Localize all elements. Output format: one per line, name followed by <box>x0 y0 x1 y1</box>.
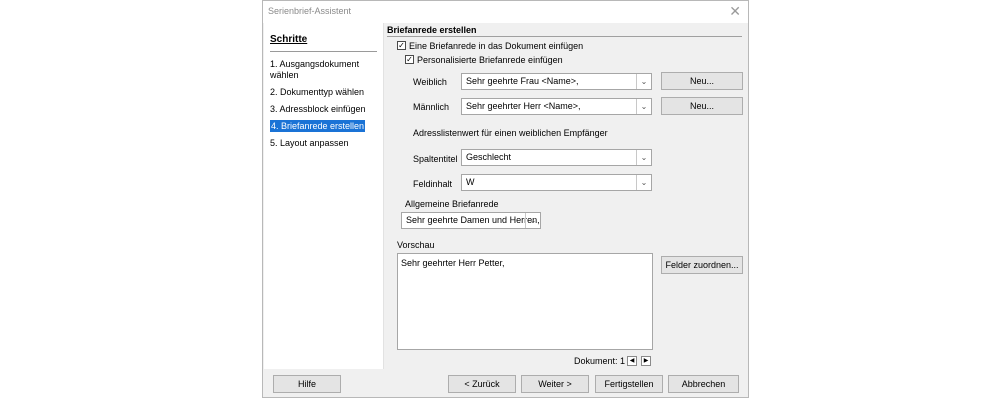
field-content-label: Feldinhalt <box>413 179 453 189</box>
step-label: 3. Adressblock einfügen <box>270 104 366 114</box>
general-salutation-label: Allgemeine Briefanrede <box>405 199 499 209</box>
previous-document-icon[interactable]: ◀ <box>627 356 637 366</box>
step-label: 5. Layout anpassen <box>270 138 349 148</box>
insert-salutation-label: Eine Briefanrede in das Dokument einfüge… <box>409 41 584 51</box>
section-title: Briefanrede erstellen <box>387 25 477 35</box>
next-button[interactable]: Weiter > <box>521 375 589 393</box>
dialog-footer: Hilfe < Zurück Weiter > Fertigstellen Ab… <box>263 369 748 398</box>
column-title-label: Spaltentitel <box>413 154 458 164</box>
step-item-1[interactable]: 1. Ausgangsdokument wählen <box>270 59 378 81</box>
female-label: Weiblich <box>413 77 447 87</box>
step-item-2[interactable]: 2. Dokumenttyp wählen <box>270 87 378 98</box>
general-salutation-value: Sehr geehrte Damen und Herren, <box>406 215 540 225</box>
steps-heading: Schritte <box>270 34 308 45</box>
male-new-button[interactable]: Neu... <box>661 97 743 115</box>
close-icon[interactable]: ✕ <box>729 3 741 19</box>
male-salutation-combo[interactable]: Sehr geehrter Herr <Name>, ⌄ <box>461 98 652 115</box>
column-title-combo[interactable]: Geschlecht ⌄ <box>461 149 652 166</box>
title-bar: Serienbrief-Assistent ✕ <box>263 1 748 23</box>
sidebar-divider <box>270 51 377 52</box>
field-content-value: W <box>466 177 475 187</box>
female-salutation-combo[interactable]: Sehr geehrte Frau <Name>, ⌄ <box>461 73 652 90</box>
female-new-button[interactable]: Neu... <box>661 72 743 90</box>
section-divider <box>387 36 742 37</box>
next-document-icon[interactable]: ▶ <box>641 356 651 366</box>
insert-salutation-checkbox[interactable]: ✓ <box>397 41 406 50</box>
chevron-down-icon[interactable]: ⌄ <box>636 175 651 190</box>
chevron-down-icon[interactable]: ⌄ <box>636 99 651 114</box>
general-salutation-combo[interactable]: Sehr geehrte Damen und Herren, ⌄ <box>401 212 541 229</box>
step-label: 1. Ausgangsdokument wählen <box>270 59 360 80</box>
male-label: Männlich <box>413 102 450 112</box>
chevron-down-icon[interactable]: ⌄ <box>636 150 651 165</box>
field-content-combo[interactable]: W ⌄ <box>461 174 652 191</box>
chevron-down-icon[interactable]: ⌄ <box>525 213 540 228</box>
step-item-5[interactable]: 5. Layout anpassen <box>270 138 378 149</box>
document-counter: Dokument: 1 <box>574 356 626 366</box>
male-salutation-value: Sehr geehrter Herr <Name>, <box>466 101 581 111</box>
preview-label: Vorschau <box>397 240 435 250</box>
steps-sidebar: Schritte 1. Ausgangsdokument wählen 2. D… <box>264 23 384 369</box>
assign-fields-button[interactable]: Felder zuordnen... <box>661 256 743 274</box>
cancel-button[interactable]: Abbrechen <box>668 375 739 393</box>
main-panel: Briefanrede erstellen ✓ Eine Briefanrede… <box>384 23 748 369</box>
dialog-window: Serienbrief-Assistent ✕ Schritte 1. Ausg… <box>262 0 749 398</box>
column-title-value: Geschlecht <box>466 152 512 162</box>
back-button[interactable]: < Zurück <box>448 375 516 393</box>
step-label: 4. Briefanrede erstellen <box>270 120 366 132</box>
finish-button[interactable]: Fertigstellen <box>595 375 663 393</box>
window-title: Serienbrief-Assistent <box>268 6 352 16</box>
preview-text: Sehr geehrter Herr Petter, <box>401 258 505 268</box>
chevron-down-icon[interactable]: ⌄ <box>636 74 651 89</box>
step-label: 2. Dokumenttyp wählen <box>270 87 365 97</box>
female-salutation-value: Sehr geehrte Frau <Name>, <box>466 76 579 86</box>
preview-text-area: Sehr geehrter Herr Petter, <box>397 253 653 350</box>
personalized-salutation-label: Personalisierte Briefanrede einfügen <box>417 55 563 65</box>
step-item-3[interactable]: 3. Adressblock einfügen <box>270 104 378 115</box>
step-item-4[interactable]: 4. Briefanrede erstellen <box>270 120 378 132</box>
address-list-note: Adresslistenwert für einen weiblichen Em… <box>413 128 608 138</box>
personalized-salutation-checkbox[interactable]: ✓ <box>405 55 414 64</box>
help-button[interactable]: Hilfe <box>273 375 341 393</box>
